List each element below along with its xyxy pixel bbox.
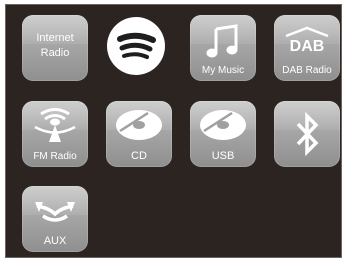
aux-arrows-icon: [35, 202, 75, 222]
usb-label: USB: [211, 150, 235, 162]
internet-radio-button[interactable]: Internet Radio: [22, 15, 88, 81]
dab-radio-label: DAB Radio: [282, 65, 332, 76]
dab-radio-button[interactable]: DAB DAB Radio: [274, 15, 340, 81]
dab-logo-text: DAB: [290, 38, 325, 54]
spotify-icon: [117, 32, 156, 59]
antenna-icon: [34, 108, 76, 142]
cd-label: CD: [131, 150, 147, 162]
my-music-label: My Music: [201, 65, 245, 76]
cd-button[interactable]: CD: [106, 101, 172, 167]
disc-icon: [116, 110, 162, 140]
my-music-button[interactable]: My Music: [190, 15, 256, 81]
usb-button[interactable]: USB: [190, 101, 256, 167]
fm-radio-label: FM Radio: [33, 151, 77, 162]
music-note-icon: [206, 24, 238, 58]
aux-button[interactable]: AUX: [22, 186, 88, 252]
dab-logo-icon: DAB: [285, 26, 329, 54]
internet-radio-label-line1: Internet: [36, 32, 74, 44]
source-selection-screen: Internet Radio My Music DAB DAB Radio FM…: [5, 4, 342, 258]
disc-icon: [200, 110, 246, 140]
fm-radio-button[interactable]: FM Radio: [22, 101, 88, 167]
spotify-button[interactable]: [107, 17, 165, 75]
internet-radio-label-line2: Radio: [40, 47, 70, 59]
aux-label: AUX: [43, 235, 67, 247]
bluetooth-button[interactable]: [274, 101, 340, 167]
bluetooth-icon: [296, 112, 319, 156]
